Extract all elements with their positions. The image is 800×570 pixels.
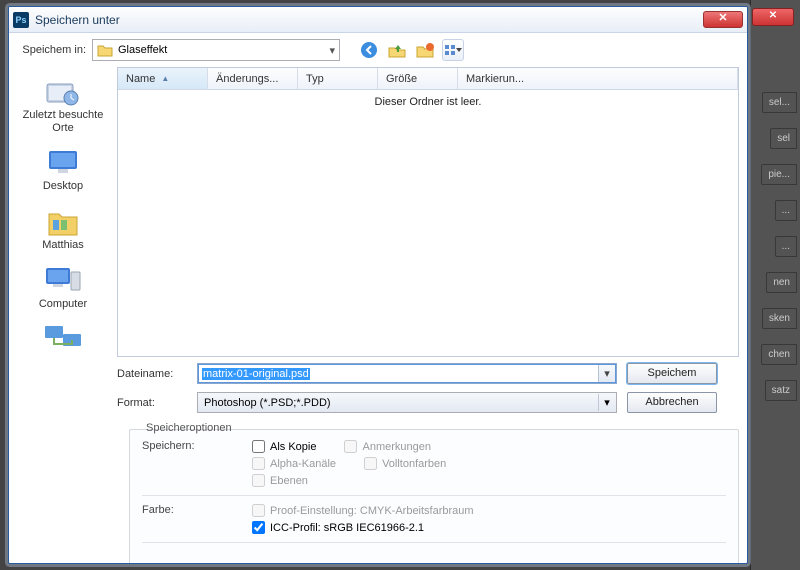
checkbox-icc-profile[interactable]: ICC-Profil: sRGB IEC61966-2.1 — [252, 521, 474, 534]
column-tags[interactable]: Markierun... — [458, 68, 738, 89]
column-modified[interactable]: Änderungs... — [208, 68, 298, 89]
app-icon: Ps — [13, 12, 29, 28]
cancel-button[interactable]: Abbrechen — [627, 392, 717, 413]
sidebar-item-label: Desktop — [43, 180, 83, 193]
checkbox-proof: Proof-Einstellung: CMYK-Arbeitsfarbraum — [252, 504, 474, 517]
bg-window-close-button[interactable]: ✕ — [752, 8, 794, 26]
bg-tab[interactable]: sken — [762, 308, 797, 329]
sidebar-item-recent[interactable]: Zuletzt besuchte Orte — [9, 69, 117, 140]
save-section-label: Speichern: — [142, 440, 252, 487]
checkbox-as-copy[interactable]: Als Kopie — [252, 440, 316, 453]
options-title: Speicheroptionen — [146, 422, 726, 434]
sort-asc-icon: ▲ — [161, 74, 169, 83]
save-in-value: Glaseffekt — [118, 44, 167, 56]
format-dropdown[interactable]: Photoshop (*.PSD;*.PDD) ▾ — [197, 392, 617, 413]
file-list-header: Name▲ Änderungs... Typ Größe Markierun..… — [118, 68, 738, 90]
bg-tab[interactable]: pie... — [761, 164, 797, 185]
network-icon — [43, 320, 83, 356]
computer-icon — [43, 262, 83, 298]
divider — [142, 542, 726, 543]
save-as-dialog: Ps Speichern unter ✕ Speichem in: Glasef… — [8, 6, 748, 564]
desktop-icon — [43, 144, 83, 180]
save-button[interactable]: Speichem — [627, 363, 717, 384]
up-one-level-button[interactable] — [386, 39, 408, 61]
column-name[interactable]: Name▲ — [118, 68, 208, 89]
sidebar-item-desktop[interactable]: Desktop — [9, 140, 117, 199]
sidebar-item-label: Computer — [39, 298, 87, 311]
close-button[interactable]: ✕ — [703, 11, 743, 28]
filename-value: matrix-01-original.psd — [202, 368, 310, 380]
column-type[interactable]: Typ — [298, 68, 378, 89]
divider — [142, 495, 726, 496]
checkbox-alpha: Alpha-Kanäle — [252, 457, 336, 470]
format-label: Format: — [117, 397, 197, 409]
new-folder-button[interactable] — [414, 39, 436, 61]
bg-tab[interactable]: nen — [766, 272, 797, 293]
save-options-group: Speicheroptionen Speichern: Als Kopie An… — [129, 429, 739, 564]
save-in-dropdown[interactable]: Glaseffekt ▾ — [92, 39, 340, 61]
sidebar-item-label: Matthias — [42, 239, 84, 252]
location-toolbar: Speichem in: Glaseffekt ▾ — [9, 33, 747, 67]
save-in-label: Speichem in: — [17, 44, 92, 56]
checkbox-layers: Ebenen — [252, 474, 308, 487]
chevron-down-icon: ▾ — [329, 44, 335, 57]
dialog-titlebar[interactable]: Ps Speichern unter ✕ — [9, 7, 747, 33]
column-size[interactable]: Größe — [378, 68, 458, 89]
checkbox-annotations: Anmerkungen — [344, 440, 431, 453]
sidebar-item-label: Zuletzt besuchte Orte — [18, 109, 108, 134]
view-menu-button[interactable] — [442, 39, 464, 61]
sidebar-item-computer[interactable]: Computer — [9, 258, 117, 317]
sidebar-item-network[interactable] — [9, 316, 117, 362]
back-button[interactable] — [358, 39, 380, 61]
recent-places-icon — [43, 73, 83, 109]
empty-folder-text: Dieser Ordner ist leer. — [118, 90, 738, 356]
bg-tab[interactable]: ... — [775, 236, 797, 257]
filename-input[interactable]: matrix-01-original.psd ▾ — [197, 363, 617, 384]
bg-tab[interactable]: sel... — [762, 92, 797, 113]
bg-tab[interactable]: sel — [770, 128, 797, 149]
filename-label: Dateiname: — [117, 368, 197, 380]
format-value: Photoshop (*.PSD;*.PDD) — [204, 397, 331, 409]
user-folder-icon — [43, 203, 83, 239]
bg-tab[interactable]: ... — [775, 200, 797, 221]
filename-history-dropdown[interactable]: ▾ — [598, 365, 615, 382]
places-sidebar: Zuletzt besuchte Orte Desktop Matthias C… — [9, 67, 117, 357]
checkbox-spot: Volltonfarben — [364, 457, 446, 470]
chevron-down-icon: ▾ — [598, 394, 615, 411]
bg-tab[interactable]: satz — [765, 380, 797, 401]
folder-icon — [97, 43, 113, 57]
color-section-label: Farbe: — [142, 504, 252, 534]
file-list[interactable]: Name▲ Änderungs... Typ Größe Markierun..… — [117, 67, 739, 357]
dialog-title: Speichern unter — [35, 13, 703, 27]
sidebar-item-user[interactable]: Matthias — [9, 199, 117, 258]
bg-tab[interactable]: chen — [761, 344, 797, 365]
